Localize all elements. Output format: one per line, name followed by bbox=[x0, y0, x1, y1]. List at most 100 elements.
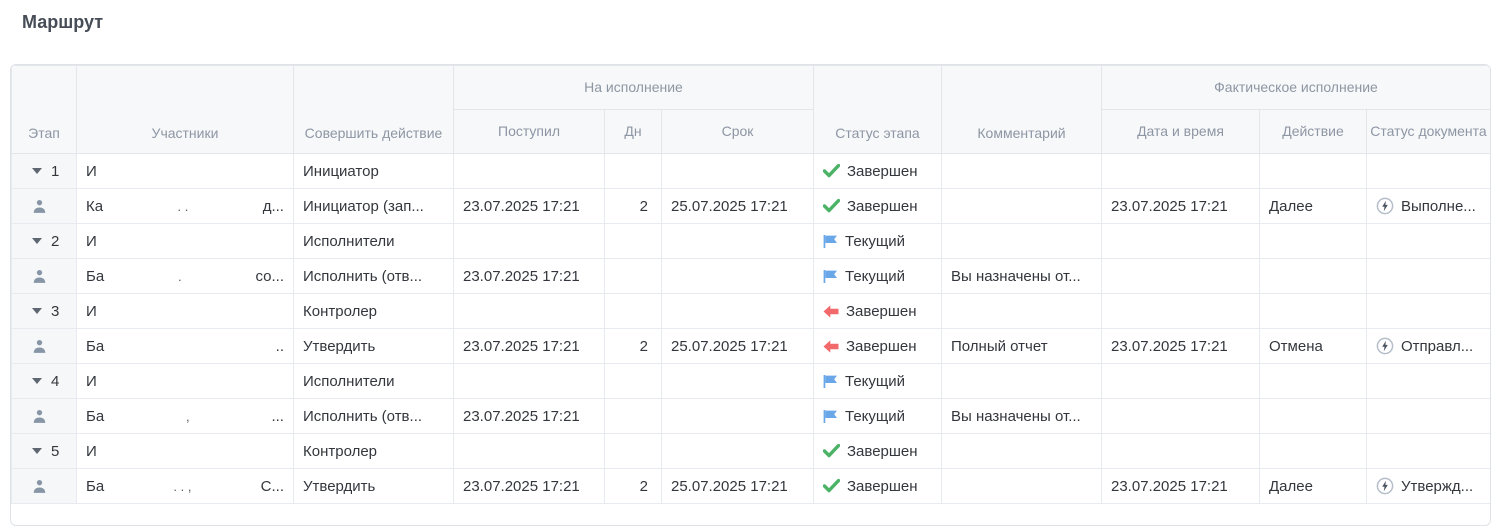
col-header-datetime: Дата и время bbox=[1102, 110, 1260, 154]
participant-name-end: со... bbox=[255, 268, 284, 285]
doc-status-cell bbox=[1367, 434, 1491, 469]
table-header: Этап Участники Совершить действие На исп… bbox=[12, 66, 1491, 154]
days-cell bbox=[605, 434, 662, 469]
stage-number: 5 bbox=[51, 443, 59, 460]
doc-status-cell bbox=[1367, 259, 1491, 294]
days-cell bbox=[605, 294, 662, 329]
days-cell: 2 bbox=[605, 469, 662, 504]
doc-status-cell: Выполне... bbox=[1367, 189, 1491, 224]
action-to-do-cell: Инициатор bbox=[294, 154, 454, 189]
stage-status-label: Завершен bbox=[847, 443, 918, 460]
stage-status-label: Завершен bbox=[846, 303, 917, 320]
stage-cell: 3 bbox=[12, 294, 77, 329]
stage-cell: 2 bbox=[12, 224, 77, 259]
stage-status-label: Текущий bbox=[845, 373, 905, 390]
actual-action-cell bbox=[1260, 364, 1367, 399]
days-cell bbox=[605, 259, 662, 294]
table-row[interactable]: 5 И Контролер bbox=[12, 434, 1491, 469]
doc-status-cell bbox=[1367, 364, 1491, 399]
stage-cell bbox=[12, 399, 77, 434]
col-header-action-done: Действие bbox=[1260, 110, 1367, 154]
lightning-circle-icon bbox=[1376, 337, 1394, 355]
actual-action-cell bbox=[1260, 399, 1367, 434]
action-to-do-cell: Исполнить (отв... bbox=[294, 399, 454, 434]
stage-number: 1 bbox=[51, 163, 59, 180]
stage-status-cell: Завершен bbox=[814, 329, 942, 364]
stage-cell bbox=[12, 259, 77, 294]
person-icon bbox=[32, 199, 47, 214]
stage-number: 2 bbox=[51, 233, 59, 250]
received-cell bbox=[454, 364, 605, 399]
stage-status-icon bbox=[823, 234, 838, 249]
comment-cell bbox=[942, 469, 1102, 504]
actual-action-cell: Далее bbox=[1260, 469, 1367, 504]
comment-cell bbox=[942, 224, 1102, 259]
person-icon bbox=[32, 479, 47, 494]
participants-cell: Ба . со... bbox=[77, 259, 294, 294]
days-cell bbox=[605, 224, 662, 259]
participants-cell: Ба , ... bbox=[77, 399, 294, 434]
stage-status-label: Текущий bbox=[845, 233, 905, 250]
stage-status-icon bbox=[823, 479, 840, 493]
actual-datetime-cell bbox=[1102, 434, 1260, 469]
route-grid: Этап Участники Совершить действие На исп… bbox=[11, 65, 1491, 504]
collapse-triangle-icon[interactable] bbox=[32, 378, 42, 384]
days-cell bbox=[605, 399, 662, 434]
actual-datetime-cell: 23.07.2025 17:21 bbox=[1102, 329, 1260, 364]
table-row[interactable]: Ба . . , С... Утвердить 23.07.2025 17:21… bbox=[12, 469, 1491, 504]
table-row[interactable]: Ба , ... Исполнить (отв... 23.07.2025 17… bbox=[12, 399, 1491, 434]
doc-status-label: Отправл... bbox=[1401, 338, 1473, 355]
actual-action-cell bbox=[1260, 294, 1367, 329]
received-cell: 23.07.2025 17:21 bbox=[454, 469, 605, 504]
received-cell: 23.07.2025 17:21 bbox=[454, 329, 605, 364]
stage-number: 4 bbox=[51, 373, 59, 390]
participants-cell: Ба . . , С... bbox=[77, 469, 294, 504]
collapse-triangle-icon[interactable] bbox=[32, 168, 42, 174]
participants-cell: И bbox=[77, 294, 294, 329]
collapse-triangle-icon[interactable] bbox=[32, 308, 42, 314]
actual-datetime-cell: 23.07.2025 17:21 bbox=[1102, 469, 1260, 504]
doc-status-cell bbox=[1367, 224, 1491, 259]
actual-action-cell: Отмена bbox=[1260, 329, 1367, 364]
collapse-triangle-icon[interactable] bbox=[32, 448, 42, 454]
participant-name-start: Ба bbox=[86, 338, 104, 355]
participant-name-start: Ба bbox=[86, 408, 104, 425]
participants-cell: Ка . . д... bbox=[77, 189, 294, 224]
person-icon bbox=[32, 339, 47, 354]
stage-status-cell: Завершен bbox=[814, 294, 942, 329]
table-row[interactable]: 1 И Инициатор bbox=[12, 154, 1491, 189]
table-row[interactable]: 3 И Контролер bbox=[12, 294, 1491, 329]
stage-status-cell: Текущий bbox=[814, 259, 942, 294]
stage-cell: 5 bbox=[12, 434, 77, 469]
col-header-stage: Этап bbox=[12, 66, 77, 154]
table-row[interactable]: Ба .. Утвердить 23.07.2025 17:21 2 25.07… bbox=[12, 329, 1491, 364]
participant-name-start: Ба bbox=[86, 478, 104, 495]
comment-cell bbox=[942, 189, 1102, 224]
stage-cell: 4 bbox=[12, 364, 77, 399]
stage-status-label: Завершен bbox=[847, 163, 918, 180]
lightning-circle-icon bbox=[1376, 477, 1394, 495]
table-row[interactable]: 2 И Исполнители bbox=[12, 224, 1491, 259]
received-cell: 23.07.2025 17:21 bbox=[454, 259, 605, 294]
participants-cell: И bbox=[77, 364, 294, 399]
received-cell: 23.07.2025 17:21 bbox=[454, 399, 605, 434]
actual-action-cell bbox=[1260, 434, 1367, 469]
col-header-comment: Комментарий bbox=[942, 66, 1102, 154]
stage-status-icon bbox=[823, 444, 840, 458]
collapse-triangle-icon[interactable] bbox=[32, 238, 42, 244]
stage-status-label: Завершен bbox=[847, 478, 918, 495]
col-header-participants: Участники bbox=[77, 66, 294, 154]
stage-status-icon bbox=[823, 164, 840, 178]
stage-number: 3 bbox=[51, 303, 59, 320]
table-row[interactable]: Ба . со... Исполнить (отв... 23.07.2025 … bbox=[12, 259, 1491, 294]
stage-status-icon bbox=[823, 340, 839, 353]
stage-cell: 1 bbox=[12, 154, 77, 189]
table-row[interactable]: 4 И Исполнители bbox=[12, 364, 1491, 399]
doc-status-cell: Утвержд... bbox=[1367, 469, 1491, 504]
actual-datetime-cell bbox=[1102, 224, 1260, 259]
table-row[interactable]: Ка . . д... Инициатор (зап... 23.07.2025… bbox=[12, 189, 1491, 224]
stage-status-label: Текущий bbox=[845, 408, 905, 425]
actual-action-cell bbox=[1260, 154, 1367, 189]
col-group-actual-execution: Фактическое исполнение bbox=[1102, 66, 1491, 110]
table-body: 1 И Инициатор bbox=[12, 154, 1491, 504]
